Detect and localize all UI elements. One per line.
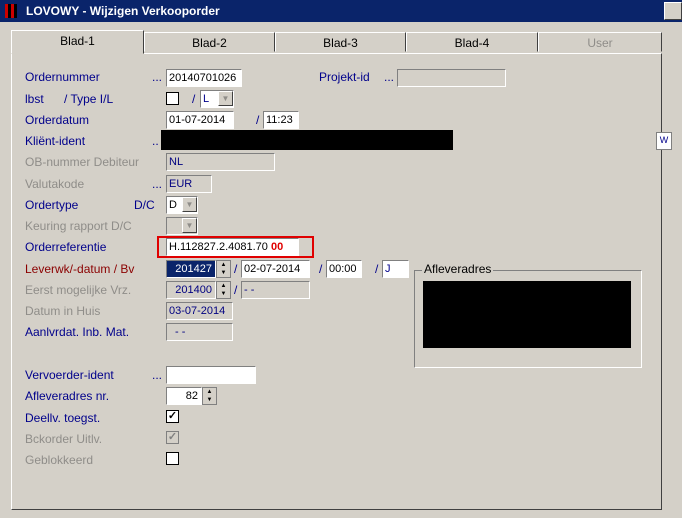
tab-blad-3[interactable]: Blad-3 <box>275 32 406 52</box>
lbst-label: lbst <box>25 92 44 106</box>
klient-ident-label: Kliënt-ident <box>25 134 86 148</box>
afleveradres-group-label: Afleveradres <box>422 262 494 276</box>
separator-slash: / <box>256 113 260 127</box>
eerst-datum-field: - - <box>241 281 310 299</box>
lookup-dots[interactable]: ... <box>152 70 162 84</box>
projekt-id-label: Projekt-id <box>319 70 370 84</box>
aanlvrdat-label: Aanlvrdat. Inb. Mat. <box>25 325 130 339</box>
eerst-mogelijke-label: Eerst mogelijke Vrz. <box>25 283 132 297</box>
leverwk-label: Leverwk/-datum / Bv <box>25 262 135 276</box>
bckorder-label: Bckorder Uitlv. <box>25 432 103 446</box>
ob-nummer-field: NL <box>166 153 275 171</box>
bv-field[interactable]: J <box>382 260 409 278</box>
orderreferentie-value: H.112827.2.4081.70 <box>169 241 268 253</box>
eerst-week-spinner: ▲ ▼ <box>216 281 231 299</box>
lookup-dots[interactable]: .. <box>152 134 159 148</box>
projekt-id-field[interactable] <box>397 69 506 87</box>
geblokkeerd-label: Geblokkeerd <box>25 453 94 467</box>
chevron-down-icon: ▼ <box>182 218 197 233</box>
leverdatum-field[interactable]: 02-07-2014 <box>241 260 310 278</box>
chevron-down-icon[interactable]: ▼ <box>182 197 197 212</box>
separator-slash: / <box>319 262 323 276</box>
datum-in-huis-label: Datum in Huis <box>25 304 101 318</box>
levertijd-field[interactable]: 00:00 <box>326 260 362 278</box>
tab-blad-1[interactable]: Blad-1 <box>11 30 144 54</box>
tab-blad-4[interactable]: Blad-4 <box>406 32 538 52</box>
datum-in-huis-field: 03-07-2014 <box>166 302 233 320</box>
orderreferentie-label: Orderreferentie <box>25 240 107 254</box>
ordernummer-field[interactable]: 20140701026 <box>166 69 242 87</box>
separator-slash: / <box>234 283 238 297</box>
tab-blad-2[interactable]: Blad-2 <box>144 32 275 52</box>
orderreferentie-suffix: 00 <box>270 241 284 253</box>
leverweek-field[interactable]: 201427 <box>166 260 216 278</box>
tab-user[interactable]: User <box>538 32 662 52</box>
type-label: / Type I/L <box>64 92 114 106</box>
vervoerder-ident-label: Vervoerder-ident <box>25 368 114 382</box>
orderdatum-field[interactable]: 01-07-2014 <box>166 111 234 129</box>
document-icon[interactable]: W <box>656 132 672 150</box>
afleveradres-nr-label: Afleveradres nr. <box>25 389 110 403</box>
lookup-dots[interactable]: ... <box>152 177 162 191</box>
app-icon[interactable] <box>5 4 17 18</box>
klient-ident-redacted <box>161 130 453 150</box>
title-bar: LOVOWY - Wijzigen Verkooporder <box>0 0 682 22</box>
ordernummer-label: Ordernummer <box>25 70 100 84</box>
leverweek-spinner[interactable]: ▲ ▼ <box>216 260 231 278</box>
separator-slash: / <box>375 262 379 276</box>
orderreferentie-field[interactable]: H.112827.2.4081.70 00 <box>166 238 299 256</box>
ob-nummer-label: OB-nummer Debiteur <box>25 155 140 169</box>
chevron-down-icon[interactable]: ▼ <box>218 91 233 106</box>
afleveradres-nr-spinner[interactable]: ▲ ▼ <box>202 387 217 405</box>
window-title: LOVOWY - Wijzigen Verkooporder <box>26 4 220 18</box>
deellv-label: Deellv. toegst. <box>25 411 101 425</box>
valutakode-label: Valutakode <box>25 177 85 191</box>
orderdatum-label: Orderdatum <box>25 113 90 127</box>
deellv-checkbox[interactable]: ✓ <box>166 410 179 423</box>
ordertype-label: Ordertype <box>25 198 79 212</box>
eerst-week-field: 201400 <box>166 281 216 299</box>
lookup-dots[interactable]: ... <box>152 368 162 382</box>
bckorder-checkbox: ✓ <box>166 431 179 444</box>
vervoerder-ident-field[interactable] <box>166 366 256 384</box>
geblokkeerd-checkbox[interactable] <box>166 452 179 465</box>
dc-label: D/C <box>134 198 155 212</box>
close-button[interactable] <box>664 2 682 20</box>
ordertijd-field[interactable]: 11:23 <box>263 111 299 129</box>
separator-slash: / <box>234 262 238 276</box>
valutakode-field: EUR <box>166 175 212 193</box>
lookup-dots[interactable]: ... <box>384 70 394 84</box>
afleveradres-redacted <box>423 281 631 348</box>
afleveradres-nr-field[interactable]: 82 <box>166 387 202 405</box>
aanlvrdat-field: - - <box>166 323 233 341</box>
keuring-label: Keuring rapport D/C <box>25 219 132 233</box>
lbst-checkbox[interactable] <box>166 92 179 105</box>
separator-slash: / <box>192 92 196 106</box>
